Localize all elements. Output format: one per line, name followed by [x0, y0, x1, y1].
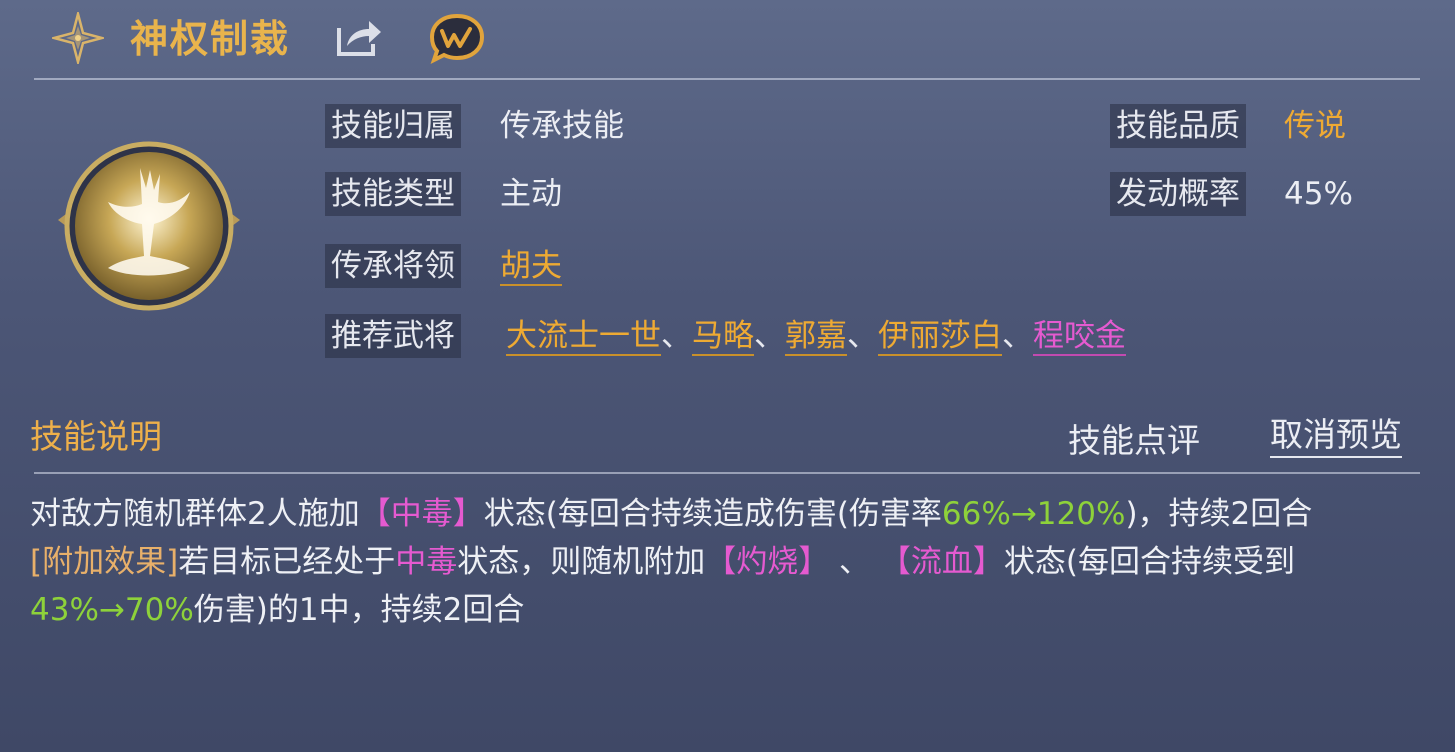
description-paragraph: [附加效果]若目标已经处于中毒状态，则随机附加【灼烧】 、 【流血】状态(每回合…: [30, 538, 1420, 634]
rate-value: 45%: [1284, 176, 1353, 212]
desc-text: 、: [829, 544, 880, 580]
extra-effect-tag: [附加效果]: [30, 544, 179, 580]
damage-rate: 43%→70%: [30, 592, 194, 628]
desc-text: 状态，则随机附加: [457, 544, 706, 580]
share-icon[interactable]: [333, 16, 385, 60]
rate-label: 发动概率: [1110, 172, 1246, 216]
desc-text: 状态(每回合持续造成伤害(伤害率: [483, 496, 942, 532]
separator: 、: [754, 318, 785, 354]
skill-description: 对敌方随机群体2人施加【中毒】状态(每回合持续造成伤害(伤害率66%→120%)…: [30, 490, 1420, 634]
status-poison: 中毒: [395, 544, 458, 580]
separator: 、: [661, 318, 692, 354]
ownership-label: 技能归属: [325, 104, 461, 148]
recommended-general[interactable]: 程咬金: [1033, 318, 1126, 356]
desc-text: 对敌方随机群体2人施加: [30, 496, 360, 532]
status-tag-poison: 【中毒】: [359, 496, 484, 532]
separator: 、: [847, 318, 878, 354]
recommended-general[interactable]: 伊丽莎白: [878, 318, 1002, 356]
desc-text: )，持续2回合: [1125, 496, 1313, 532]
type-label: 技能类型: [325, 172, 461, 216]
desc-text: 状态(每回合持续受到: [1003, 544, 1296, 580]
section-divider: [34, 472, 1420, 474]
recommend-label: 推荐武将: [325, 314, 461, 358]
skill-review-button[interactable]: 技能点评: [1068, 418, 1200, 464]
description-paragraph: 对敌方随机群体2人施加【中毒】状态(每回合持续造成伤害(伤害率66%→120%)…: [30, 490, 1420, 538]
recommended-general[interactable]: 大流士一世: [506, 318, 661, 356]
separator: 、: [1002, 318, 1033, 354]
general-label: 传承将领: [325, 244, 461, 288]
status-tag-burn: 【灼烧】: [705, 544, 830, 580]
desc-text: 若目标已经处于: [178, 544, 396, 580]
header-divider: [34, 78, 1420, 80]
skill-title: 神权制裁: [130, 17, 291, 61]
status-tag-bleed: 【流血】: [879, 544, 1004, 580]
star-compass-icon: [52, 12, 104, 64]
quality-value: 传说: [1284, 108, 1346, 144]
type-value: 主动: [500, 176, 562, 212]
section-title: 技能说明: [30, 417, 162, 456]
recommended-general[interactable]: 郭嘉: [785, 318, 847, 356]
quality-label: 技能品质: [1110, 104, 1246, 148]
ownership-value: 传承技能: [500, 108, 624, 144]
skill-icon: [58, 141, 240, 311]
recommended-generals: 大流士一世、马略、郭嘉、伊丽莎白、程咬金: [506, 314, 1126, 358]
general-link[interactable]: 胡夫: [500, 248, 562, 286]
desc-text: 伤害)的1中，持续2回合: [193, 592, 525, 628]
cancel-preview-button[interactable]: 取消预览: [1270, 414, 1402, 458]
recommended-general[interactable]: 马略: [692, 318, 754, 356]
w-chat-icon[interactable]: [428, 12, 486, 64]
damage-rate: 66%→120%: [941, 496, 1126, 532]
